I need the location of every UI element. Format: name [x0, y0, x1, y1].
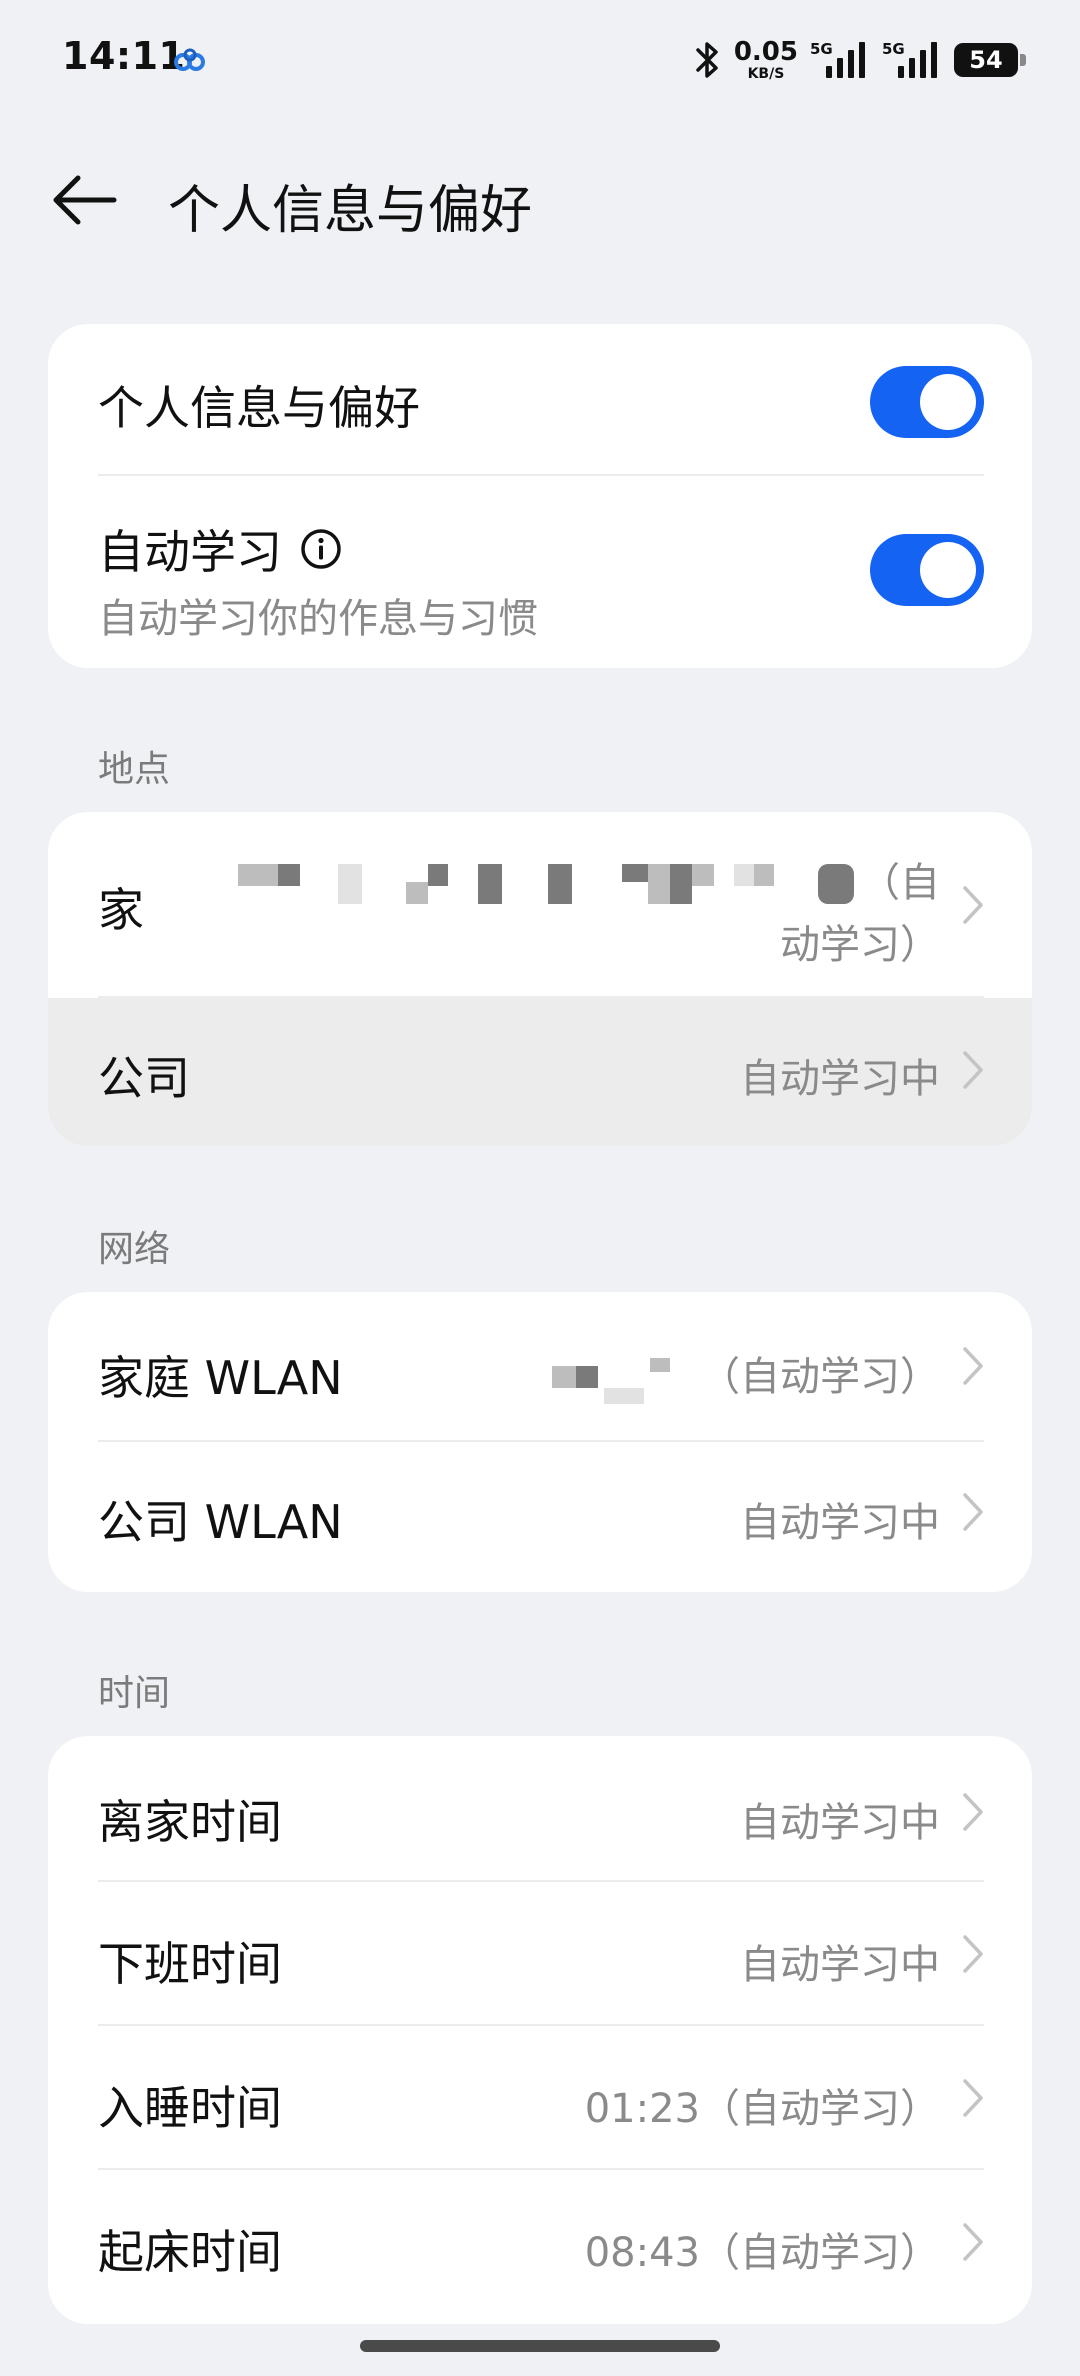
auto-learn-label: 自动学习: [98, 525, 282, 579]
bluetooth-icon: [696, 42, 718, 78]
chevron-right-icon: [963, 2079, 983, 2117]
wake-time-row[interactable]: 起床时间 08:43（自动学习）: [48, 2170, 1032, 2324]
offwork-time-label: 下班时间: [98, 1937, 282, 1991]
sleep-time-row[interactable]: 入睡时间 01:23（自动学习）: [48, 2026, 1032, 2168]
page-header: 个人信息与偏好: [0, 150, 1080, 250]
company-wlan-label: 公司 WLAN: [98, 1495, 343, 1549]
chevron-right-icon: [963, 2223, 983, 2261]
section-time: 时间: [98, 1673, 171, 1714]
leave-time-row[interactable]: 离家时间 自动学习中: [48, 1736, 1032, 1880]
pref-label: 个人信息与偏好: [98, 381, 420, 435]
page-title: 个人信息与偏好: [168, 181, 533, 241]
chevron-right-icon: [963, 1935, 983, 1973]
auto-learn-toggle[interactable]: [870, 534, 984, 606]
company-location-row[interactable]: 公司 自动学习中: [48, 998, 1032, 1146]
wake-time-value: 08:43（自动学习）: [584, 2230, 940, 2276]
leave-time-label: 离家时间: [98, 1795, 282, 1849]
preferences-card: 个人信息与偏好 自动学习 自动学习你的作息与习惯: [48, 324, 1032, 668]
offwork-time-row[interactable]: 下班时间 自动学习中: [48, 1882, 1032, 2024]
leave-time-value: 自动学习中: [740, 1800, 940, 1846]
sleep-time-value: 01:23（自动学习）: [584, 2086, 940, 2132]
chevron-right-icon: [963, 1347, 983, 1385]
pref-toggle[interactable]: [870, 366, 984, 438]
app-cloud-icon: [174, 48, 205, 71]
auto-learn-subtitle: 自动学习你的作息与习惯: [98, 596, 538, 642]
status-bar: 14:11 0.05 KB/S 5G 5G 54: [0, 0, 1080, 120]
signal-icon-2: 5G: [882, 38, 942, 82]
net-speed: 0.05 KB/S: [733, 37, 798, 82]
wake-time-label: 起床时间: [98, 2225, 282, 2279]
chevron-right-icon: [963, 1793, 983, 1831]
location-card: 家 （自 动学习） 公司 自动学习中: [48, 812, 1032, 1146]
chevron-right-icon: [963, 886, 983, 924]
company-wlan-row[interactable]: 公司 WLAN 自动学习中: [48, 1442, 1032, 1592]
status-icons: 0.05 KB/S 5G 5G 54: [692, 36, 1026, 84]
status-time: 14:11: [62, 34, 186, 78]
time-card: 离家时间 自动学习中 下班时间 自动学习中 入睡时间 01:23（自动学习） 起…: [48, 1736, 1032, 2324]
home-label: 家: [98, 883, 144, 937]
section-network: 网络: [98, 1229, 171, 1270]
home-location-row[interactable]: 家 （自 动学习）: [48, 812, 1032, 996]
info-icon[interactable]: [300, 528, 342, 570]
chevron-right-icon: [963, 1051, 983, 1089]
auto-learn-label-wrap: 自动学习: [98, 516, 342, 582]
home-wlan-value: （自动学习）: [700, 1354, 940, 1400]
network-card: 家庭 WLAN （自动学习） 公司 WLAN 自动学习中: [48, 1292, 1032, 1592]
back-arrow-icon[interactable]: [48, 170, 120, 230]
home-wlan-label: 家庭 WLAN: [98, 1351, 343, 1405]
home-value-line1: （自: [860, 860, 940, 906]
signal-icon: 5G: [810, 38, 870, 82]
home-value: （自 动学习）: [780, 852, 940, 976]
company-wlan-value: 自动学习中: [740, 1500, 940, 1546]
auto-learn-row[interactable]: 自动学习 自动学习你的作息与习惯: [48, 476, 1032, 668]
home-wlan-row[interactable]: 家庭 WLAN （自动学习）: [48, 1292, 1032, 1440]
chevron-right-icon: [963, 1493, 983, 1531]
company-label: 公司: [98, 1051, 190, 1105]
company-value: 自动学习中: [740, 1056, 940, 1102]
battery-icon: 54: [954, 43, 1026, 77]
section-location: 地点: [98, 749, 171, 790]
offwork-time-value: 自动学习中: [740, 1942, 940, 1988]
sleep-time-label: 入睡时间: [98, 2081, 282, 2135]
pref-toggle-row[interactable]: 个人信息与偏好: [48, 324, 1032, 474]
home-value-line2: 动学习）: [780, 922, 940, 968]
home-indicator[interactable]: [360, 2340, 720, 2352]
